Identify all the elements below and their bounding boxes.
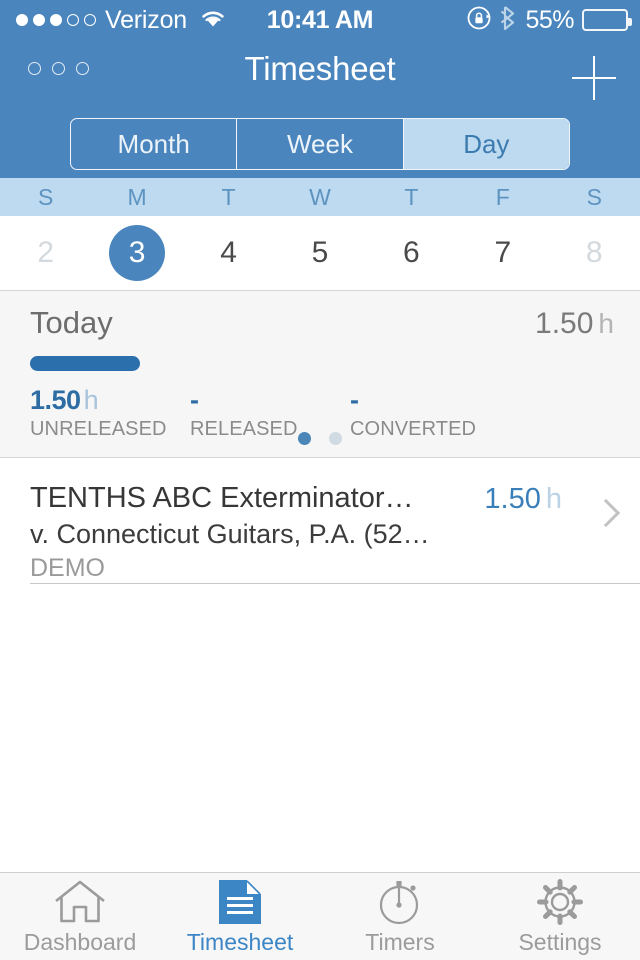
segment-week[interactable]: Week: [237, 119, 404, 169]
day-name-mon: M: [127, 184, 147, 210]
progress-bar-track: [30, 356, 490, 371]
app-screen: Verizon 10:41 AM 55% Timesheet Month Wee…: [0, 0, 640, 960]
entry-hours: 1.50 h: [484, 483, 562, 516]
stopwatch-icon: [375, 878, 425, 926]
tab-bar: Dashboard Timesheet Timers Settings: [0, 872, 640, 960]
day-name-sun: S: [38, 184, 54, 210]
page-indicator[interactable]: [0, 432, 640, 445]
tab-label: Timesheet: [186, 928, 294, 955]
stat-number: -: [190, 385, 199, 415]
date-cell-3[interactable]: 3: [91, 225, 182, 281]
tab-dashboard[interactable]: Dashboard: [0, 873, 160, 960]
page-dot-1[interactable]: [298, 432, 311, 445]
list-separator: [30, 583, 640, 584]
summary-header: Today 1.50 h: [30, 305, 614, 341]
summary-total-unit: h: [598, 308, 614, 339]
date-cell-7[interactable]: 7: [457, 225, 548, 281]
entry-title: TENTHS ABC Exterminator…: [30, 482, 414, 514]
navigation-bar: Timesheet Month Week Day: [0, 40, 640, 178]
date-cell-6[interactable]: 6: [366, 225, 457, 281]
day-name-wed: W: [309, 184, 331, 210]
date-cell-8[interactable]: 8: [549, 225, 640, 281]
segment-day[interactable]: Day: [403, 119, 569, 169]
clock-label: 10:41 AM: [266, 5, 374, 34]
entry-tag: DEMO: [30, 554, 105, 582]
day-name-tue: T: [221, 184, 236, 210]
date-cell-2[interactable]: 2: [0, 225, 91, 281]
tab-label: Dashboard: [23, 928, 137, 955]
date-cell-4[interactable]: 4: [183, 225, 274, 281]
document-icon: [217, 878, 263, 926]
stat-number: -: [350, 385, 359, 415]
stat-unit: h: [83, 385, 99, 415]
daily-summary-card[interactable]: Today 1.50 h 1.50 h UNRELEASED - RELEASED: [0, 290, 640, 458]
stat-value: 1.50 h: [30, 385, 190, 416]
date-label: 5: [311, 236, 329, 269]
gear-icon: [535, 878, 585, 926]
day-name-header-row: S M T W T F S: [0, 178, 640, 216]
day-name-fri: F: [495, 184, 510, 210]
summary-title: Today: [30, 305, 113, 340]
battery-icon: [582, 9, 632, 31]
date-cell-5[interactable]: 5: [274, 225, 365, 281]
entry-subtitle: v. Connecticut Guitars, P.A. (52…: [30, 519, 430, 549]
date-label-selected: 3: [109, 225, 166, 281]
home-icon: [53, 878, 107, 926]
status-bar: Verizon 10:41 AM 55%: [0, 0, 640, 40]
timesheet-entry-row[interactable]: TENTHS ABC Exterminator… v. Connecticut …: [0, 459, 640, 583]
date-label: 6: [403, 236, 420, 269]
day-name-thu: T: [404, 184, 419, 210]
entry-text-block: TENTHS ABC Exterminator… v. Connecticut …: [30, 482, 460, 583]
date-label: 4: [220, 236, 237, 269]
entry-hours-value: 1.50: [484, 483, 541, 515]
entry-hours-unit: h: [545, 483, 562, 515]
tab-label: Timers: [365, 928, 435, 955]
summary-total-value: 1.50: [535, 307, 594, 340]
plus-icon[interactable]: [570, 54, 618, 102]
stat-value: -: [190, 385, 350, 416]
stat-value: -: [350, 385, 510, 416]
date-label: 8: [585, 236, 603, 269]
tab-timers[interactable]: Timers: [320, 873, 480, 960]
page-title: Timesheet: [244, 50, 396, 87]
date-label: 2: [37, 236, 55, 269]
chevron-right-icon[interactable]: [591, 498, 621, 528]
progress-bar-fill: [30, 356, 141, 371]
tab-label: Settings: [518, 928, 602, 955]
tab-timesheet[interactable]: Timesheet: [160, 873, 320, 960]
date-label: 7: [494, 236, 512, 269]
period-segmented-control[interactable]: Month Week Day: [70, 118, 570, 170]
stat-number: 1.50: [30, 385, 81, 415]
tab-settings[interactable]: Settings: [480, 873, 640, 960]
segment-month[interactable]: Month: [71, 119, 238, 169]
page-dot-2[interactable]: [329, 432, 342, 445]
summary-total: 1.50 h: [535, 307, 614, 341]
day-name-sat: S: [586, 184, 602, 210]
week-date-row: 2 3 4 5 6 7 8: [0, 216, 640, 290]
